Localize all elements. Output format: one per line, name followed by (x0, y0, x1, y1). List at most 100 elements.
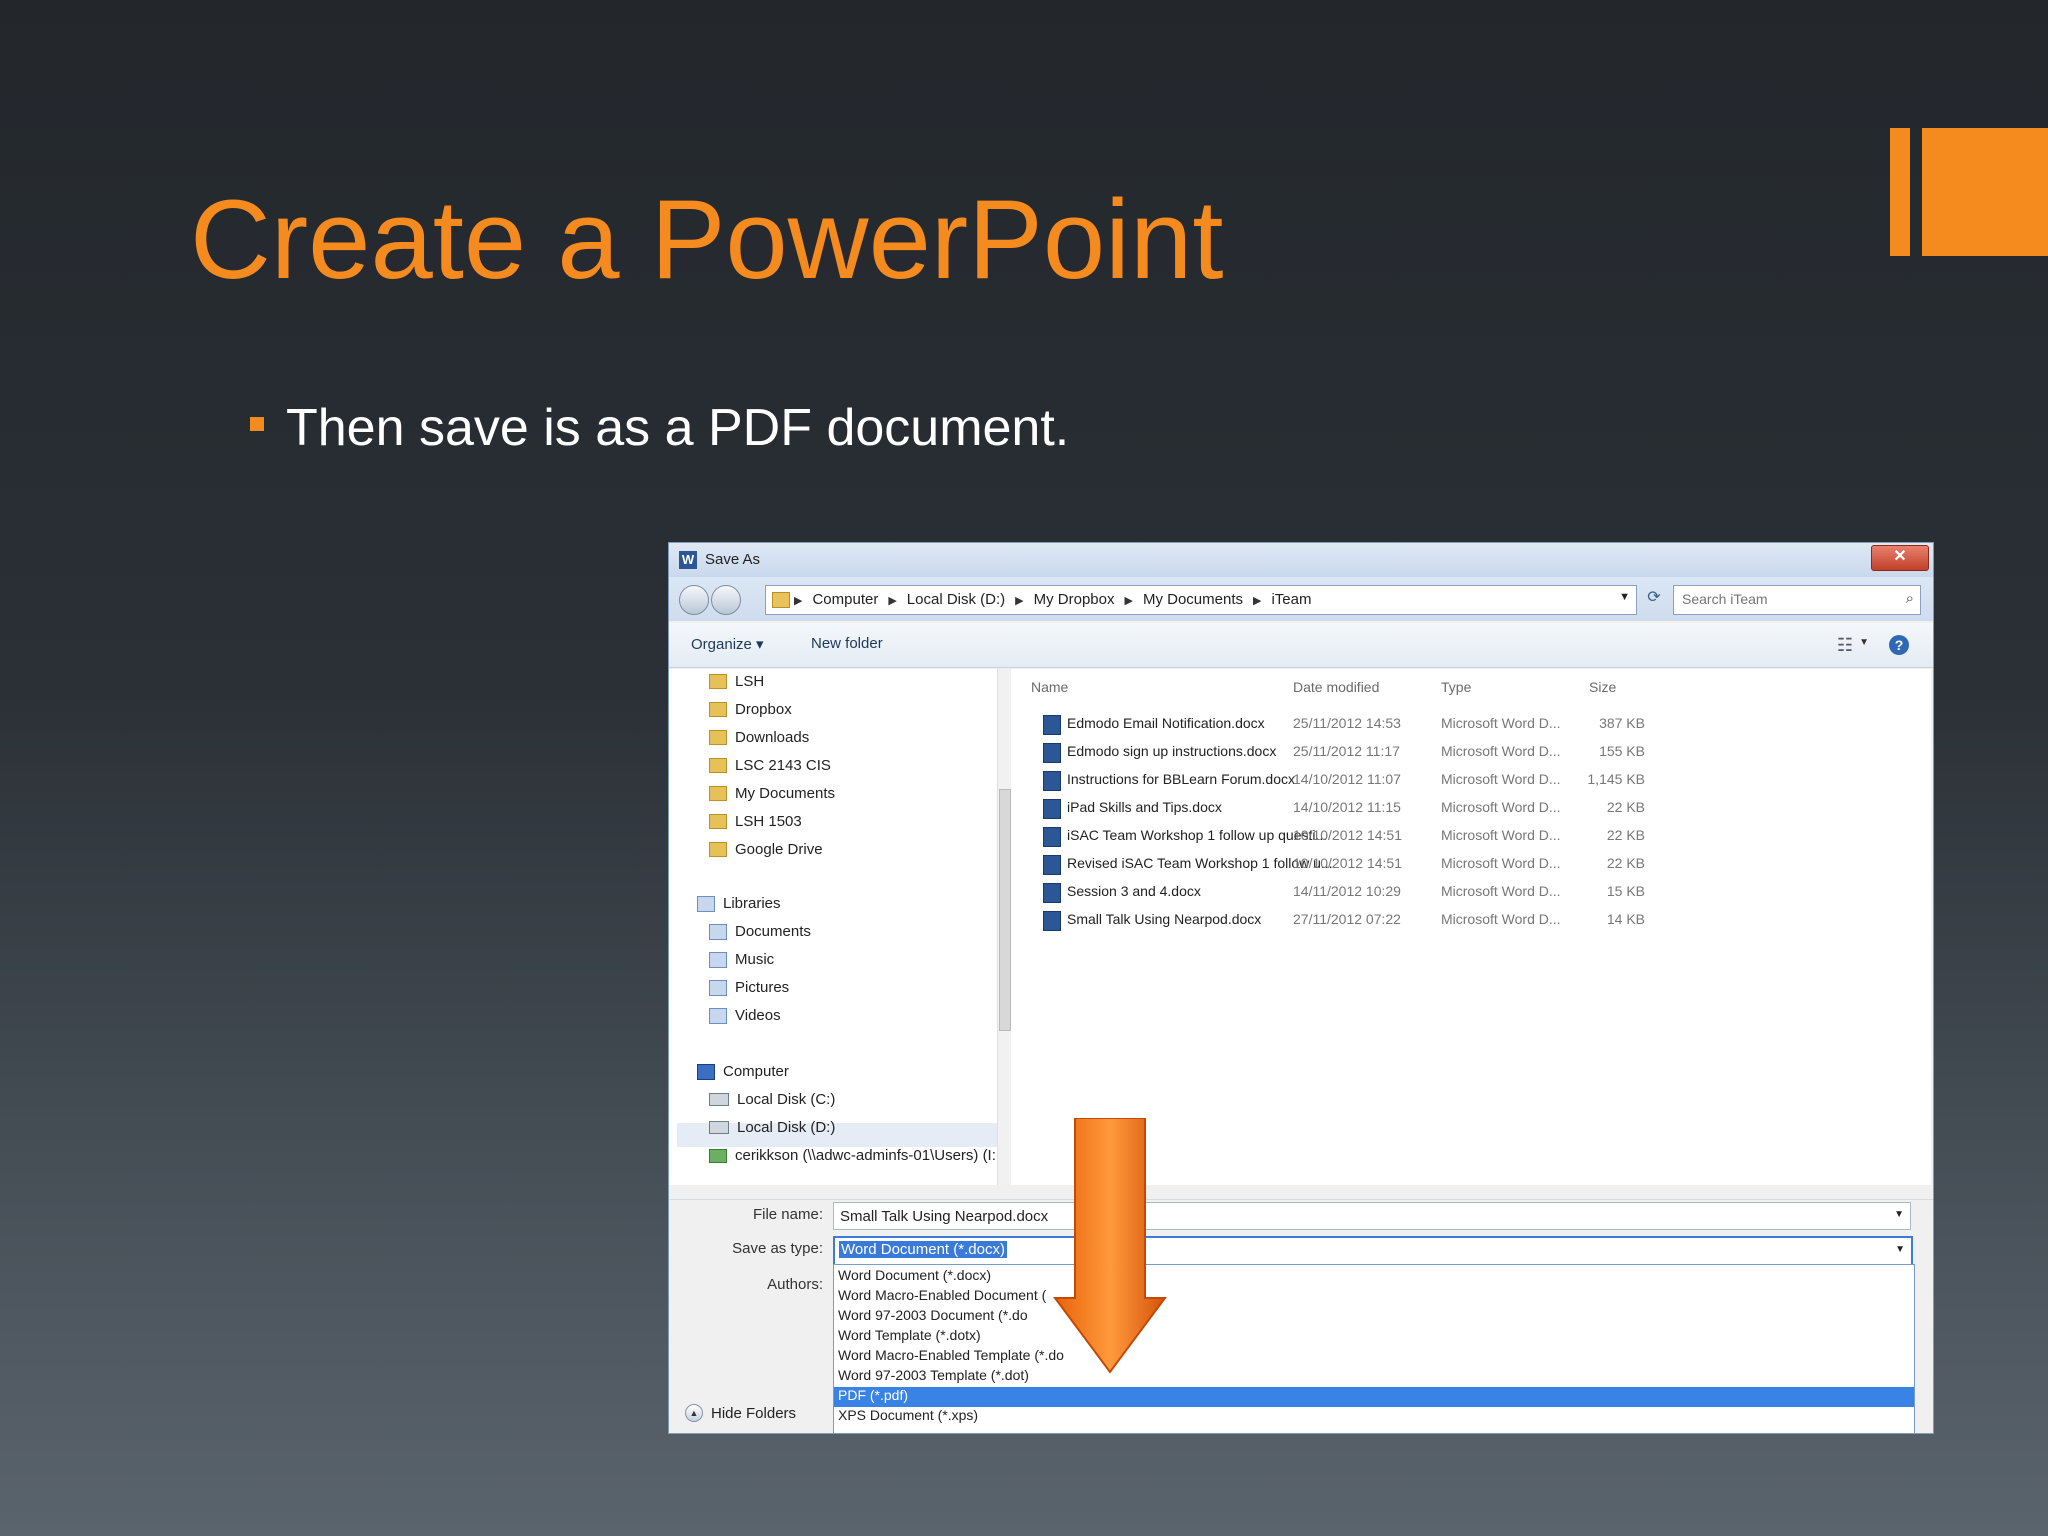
save-type-option[interactable]: Word Macro-Enabled Template (*.do (834, 1347, 1914, 1367)
file-name-input[interactable] (834, 1203, 1872, 1229)
save-type-option[interactable]: Word Macro-Enabled Document ( (834, 1287, 1914, 1307)
nav-item-network-drive[interactable]: cerikkson (\\adwc-adminfs-01\Users) (I: (709, 1147, 996, 1164)
breadcrumb-separator-icon[interactable]: ▶ (1124, 594, 1132, 608)
breadcrumb-item[interactable]: My Documents (1143, 591, 1243, 608)
breadcrumb-item[interactable]: Computer (812, 591, 878, 608)
file-date: 10/10/2012 14:51 (1293, 827, 1402, 843)
breadcrumb-item[interactable]: Local Disk (D:) (907, 591, 1005, 608)
nav-item-favorite[interactable]: Downloads (709, 729, 809, 746)
file-name-field[interactable]: ▼ (833, 1202, 1911, 1230)
file-row[interactable]: Edmodo sign up instructions.docx 25/11/20… (1011, 739, 1931, 765)
close-icon: ✕ (1893, 548, 1907, 565)
folder-icon (709, 842, 727, 857)
nav-item-libraries[interactable]: Libraries (697, 895, 781, 912)
save-as-type-select[interactable]: Word Document (*.docx) ▼ (833, 1236, 1913, 1266)
nav-item-library[interactable]: Documents (709, 923, 811, 940)
file-row[interactable]: Session 3 and 4.docx 14/11/2012 10:29 Micr… (1011, 879, 1931, 905)
nav-item-favorite[interactable]: My Documents (709, 785, 835, 802)
nav-item-favorite[interactable]: Google Drive (709, 841, 823, 858)
scrollbar-thumb[interactable] (999, 789, 1011, 1031)
file-size: 15 KB (1606, 883, 1645, 899)
nav-item-drive[interactable]: Local Disk (D:) (709, 1119, 835, 1136)
chevron-down-icon[interactable]: ▼ (1619, 591, 1630, 603)
nav-item-library[interactable]: Music (709, 951, 774, 968)
folder-icon (709, 730, 727, 745)
nav-scrollbar[interactable] (997, 669, 1011, 1185)
breadcrumb-separator-icon[interactable]: ▶ (888, 594, 896, 608)
back-button[interactable] (679, 585, 709, 615)
column-header-type[interactable]: Type (1441, 679, 1471, 695)
file-type: Microsoft Word D... (1441, 855, 1561, 871)
save-options-panel: File name: ▼ Save as type: Word Document… (669, 1199, 1933, 1433)
column-header-date[interactable]: Date modified (1293, 679, 1379, 695)
chevron-up-icon: ▲ (685, 1404, 703, 1422)
save-type-option[interactable]: XPS Document (*.xps) (834, 1407, 1914, 1427)
folder-icon (709, 814, 727, 829)
breadcrumb-separator-icon[interactable]: ▶ (1253, 594, 1261, 608)
breadcrumb-separator-icon[interactable]: ▶ (1015, 594, 1023, 608)
file-date: 14/10/2012 11:07 (1293, 771, 1401, 787)
accent-bar-thin (1890, 128, 1910, 256)
dialog-toolbar: Organize ▾ New folder ☷ ▼ ? (669, 623, 1933, 668)
file-list: Name Date modified Type Size Edmodo Emai… (1011, 669, 1931, 1185)
drive-icon (709, 1093, 729, 1106)
file-row[interactable]: iPad Skills and Tips.docx 14/10/2012 11:1… (1011, 795, 1931, 821)
nav-item-library[interactable]: Videos (709, 1007, 781, 1024)
file-name: Edmodo Email Notification.docx (1067, 715, 1265, 731)
nav-item-favorite[interactable]: LSH (709, 673, 764, 690)
breadcrumb-item[interactable]: iTeam (1271, 591, 1311, 608)
chevron-down-icon[interactable]: ▼ (1894, 1209, 1904, 1220)
folder-icon (709, 786, 727, 801)
save-type-option[interactable]: Word Document (*.docx) (834, 1267, 1914, 1287)
navigation-pane: LSH Dropbox Downloads LSC 2143 CIS My Do… (669, 669, 1011, 1185)
file-date: 27/11/2012 07:22 (1293, 911, 1401, 927)
file-row[interactable]: iSAC Team Workshop 1 follow up questi...… (1011, 823, 1931, 849)
nav-item-favorite[interactable]: Dropbox (709, 701, 792, 718)
address-bar[interactable]: ▶ Computer ▶ Local Disk (D:) ▶ My Dropbox ▶ My … (765, 585, 1637, 615)
refresh-button[interactable]: ⟳ (1641, 587, 1667, 613)
word-document-icon (1043, 771, 1061, 791)
file-size: 22 KB (1606, 855, 1645, 871)
word-document-icon (1043, 799, 1061, 819)
file-date: 14/11/2012 10:29 (1293, 883, 1401, 899)
file-row[interactable]: Instructions for BBLearn Forum.docx 14/10… (1011, 767, 1931, 793)
new-folder-button[interactable]: New folder (811, 635, 883, 652)
save-type-option[interactable]: Word 97-2003 Template (*.dot) (834, 1367, 1914, 1387)
file-row[interactable]: Small Talk Using Nearpod.docx 27/11/2012 … (1011, 907, 1931, 933)
nav-item-drive[interactable]: Local Disk (C:) (709, 1091, 835, 1108)
column-header-size[interactable]: Size (1589, 679, 1616, 695)
search-input[interactable] (1680, 586, 1884, 612)
nav-item-computer[interactable]: Computer (697, 1063, 789, 1080)
folder-icon (709, 702, 727, 717)
file-row[interactable]: Edmodo Email Notification.docx 25/11/2012… (1011, 711, 1931, 737)
breadcrumb-separator-icon[interactable]: ▶ (794, 594, 802, 608)
word-document-icon (1043, 715, 1061, 735)
file-size: 22 KB (1606, 799, 1645, 815)
view-options-icon[interactable]: ☷ (1837, 635, 1853, 656)
nav-item-favorite[interactable]: LSC 2143 CIS (709, 757, 831, 774)
file-row[interactable]: Revised iSAC Team Workshop 1 follow u...… (1011, 851, 1931, 877)
column-header-name[interactable]: Name (1031, 679, 1068, 695)
close-button[interactable]: ✕ (1871, 545, 1929, 571)
chevron-down-icon[interactable]: ▼ (1895, 1244, 1905, 1255)
forward-button[interactable] (711, 585, 741, 615)
hide-folders-button[interactable]: ▲ Hide Folders (685, 1404, 796, 1422)
organize-button[interactable]: Organize ▾ (691, 635, 764, 653)
down-arrow-icon (1053, 1118, 1167, 1374)
save-as-type-value: Word Document (*.docx) (839, 1241, 1007, 1258)
save-type-option[interactable]: Word 97-2003 Document (*.do (834, 1307, 1914, 1327)
search-box[interactable]: ⌕ (1673, 585, 1921, 615)
nav-item-library[interactable]: Pictures (709, 979, 789, 996)
file-date: 25/11/2012 14:53 (1293, 715, 1401, 731)
help-icon[interactable]: ? (1889, 635, 1909, 655)
nav-item-favorite[interactable]: LSH 1503 (709, 813, 802, 830)
file-size: 22 KB (1606, 827, 1645, 843)
breadcrumb-item[interactable]: My Dropbox (1034, 591, 1115, 608)
file-size: 1,145 KB (1587, 771, 1645, 787)
bullet-square-icon (250, 417, 264, 431)
save-type-option[interactable]: PDF (*.pdf) (834, 1387, 1914, 1407)
file-type: Microsoft Word D... (1441, 883, 1561, 899)
word-document-icon (1043, 827, 1061, 847)
chevron-down-icon[interactable]: ▼ (1859, 637, 1869, 648)
save-type-option[interactable]: Word Template (*.dotx) (834, 1327, 1914, 1347)
